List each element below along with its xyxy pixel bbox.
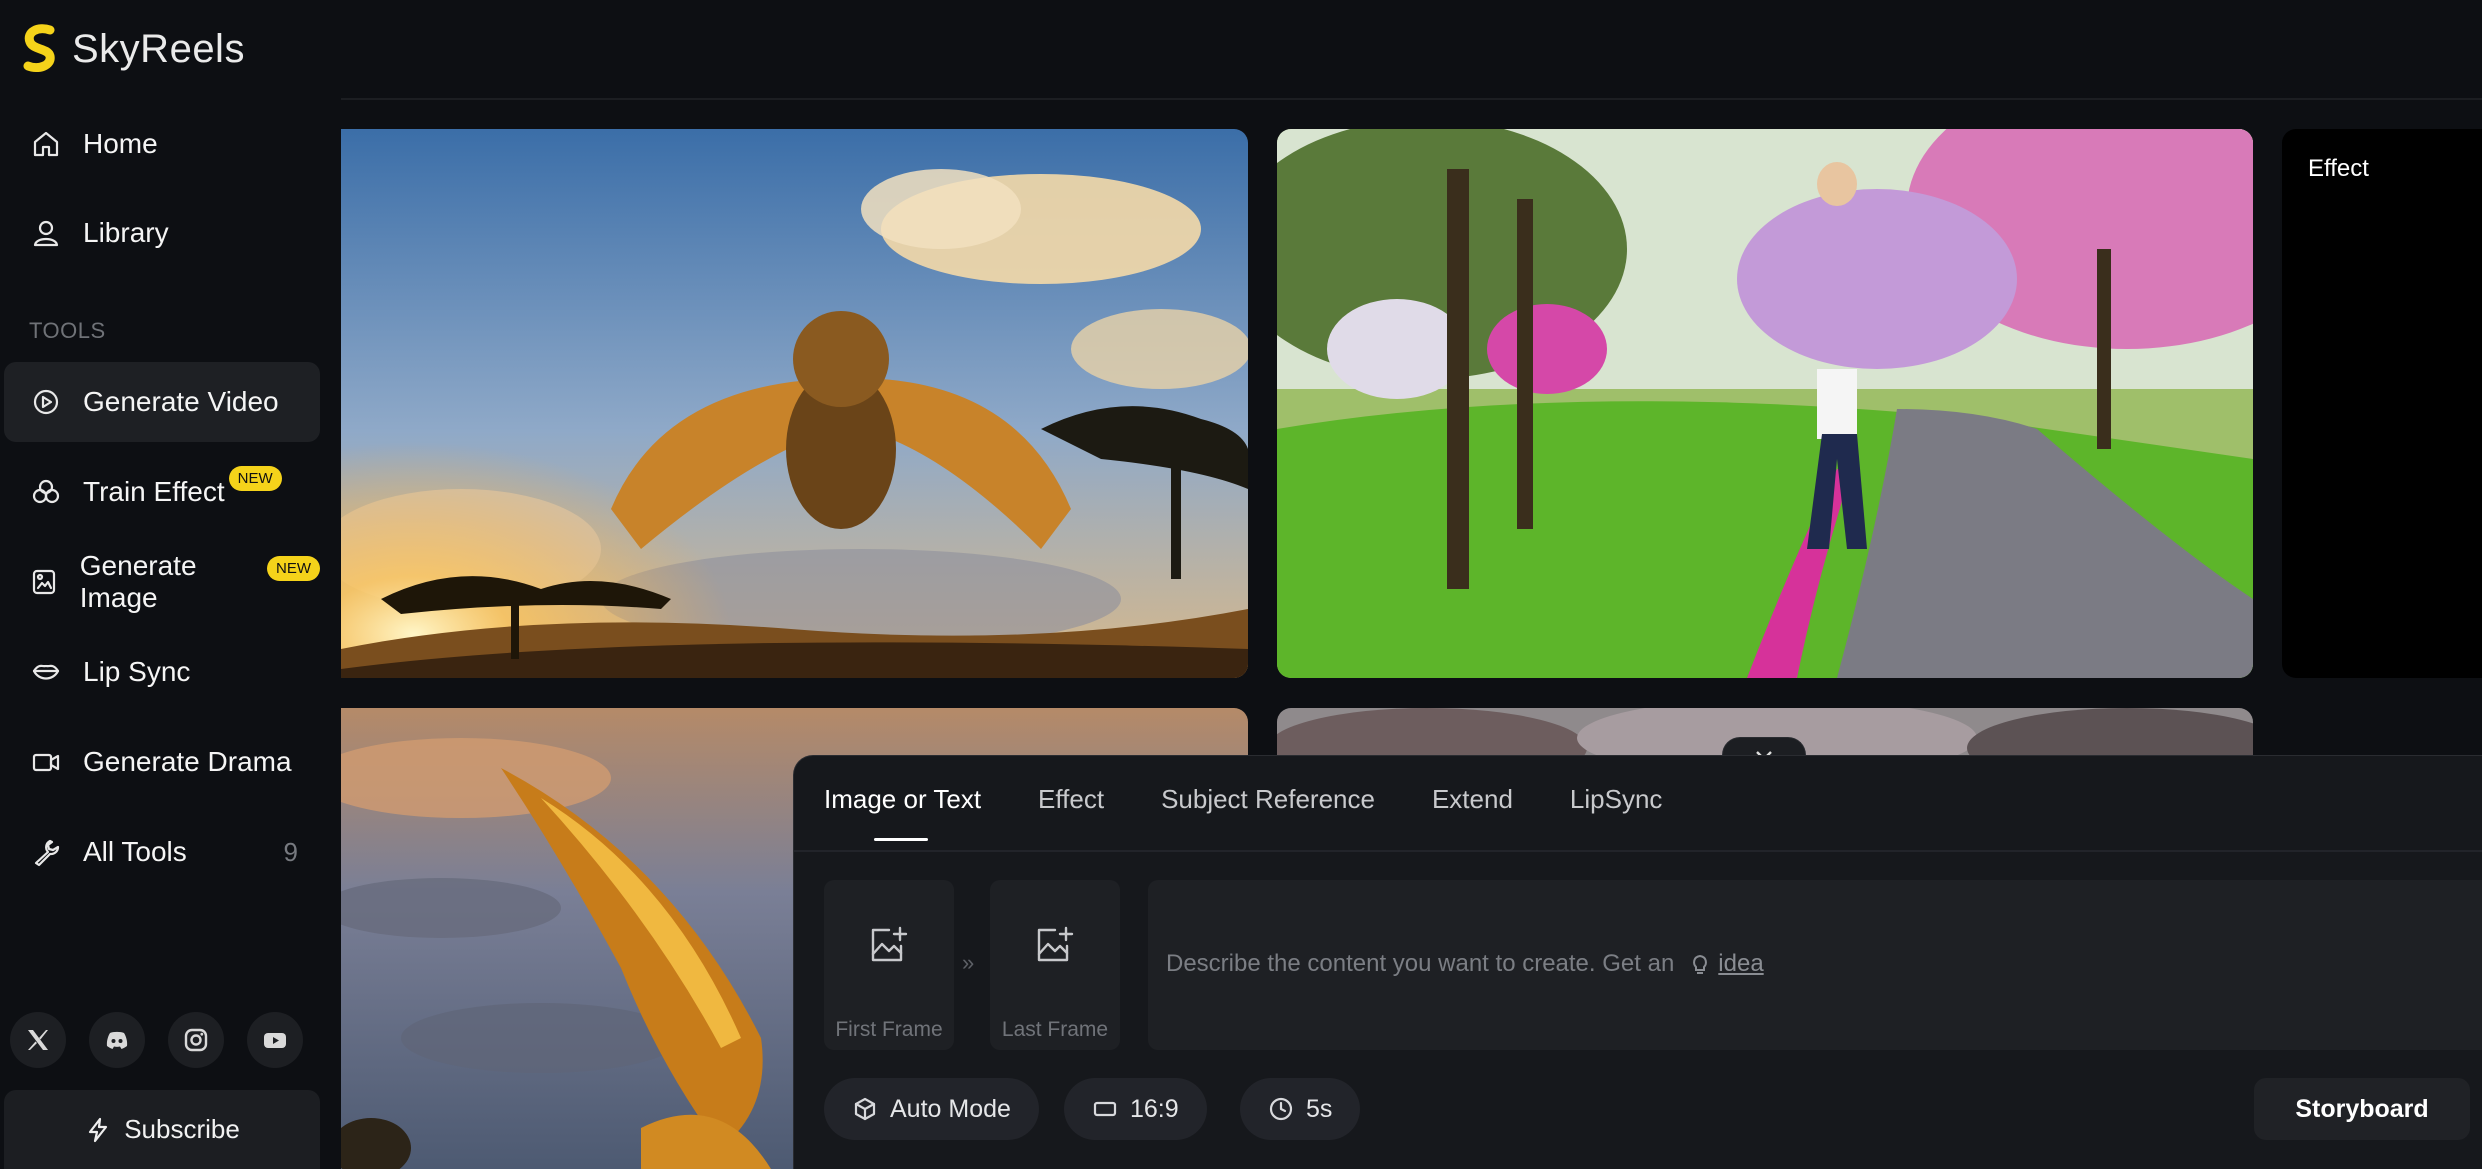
logo-text: SkyReels [72,26,245,71]
image-add-icon [1037,926,1074,962]
idea-link[interactable]: idea [1718,950,1763,978]
tab-lipsync[interactable]: LipSync [1570,784,1663,841]
video-thumbnail [1277,129,2253,678]
duration-label: 5s [1306,1094,1333,1123]
tab-extend[interactable]: Extend [1432,784,1513,841]
sidebar-item-home[interactable]: Home [4,104,320,184]
sidebar-item-all-tools[interactable]: All Tools 9 [4,812,320,892]
mode-label: Auto Mode [890,1094,1011,1123]
youtube-icon[interactable] [247,1012,303,1068]
storyboard-button[interactable]: Storyboard [2254,1078,2470,1140]
prompt-input[interactable]: Describe the content you want to create.… [1148,880,2482,1050]
first-frame-upload[interactable]: First Frame [824,880,954,1050]
subscribe-button[interactable]: Subscribe [4,1090,320,1169]
gallery-card-winged-lion[interactable] [341,129,1248,678]
tools-count: 9 [283,836,298,867]
new-badge: NEW [267,555,320,581]
sidebar-item-label: Library [83,217,169,248]
subscribe-label: Subscribe [124,1114,240,1144]
aspect-ratio-label: 16:9 [1130,1094,1179,1123]
tools-section-title: TOOLS [29,318,106,343]
topbar-divider [341,98,2482,100]
sidebar-item-label: Home [83,128,158,159]
instagram-icon[interactable] [168,1012,224,1068]
sidebar-item-label: All Tools [83,836,187,867]
lightning-icon [89,1117,108,1142]
sidebar-item-generate-image[interactable]: Generate Image NEW [4,542,320,622]
sidebar-item-train-effect[interactable]: Train Effect NEW [4,452,320,532]
sidebar-item-label: Generate Image [79,550,197,613]
x-icon[interactable] [10,1012,66,1068]
tab-subject-reference[interactable]: Subject Reference [1161,784,1375,841]
tab-effect[interactable]: Effect [1038,784,1104,841]
video-thumbnail [341,129,1248,678]
sidebar-item-lip-sync[interactable]: Lip Sync [4,632,320,712]
prompt-placeholder: Describe the content you want to create.… [1166,950,1675,977]
sidebar-item-label: Generate Drama [83,746,292,777]
first-frame-label: First Frame [835,1018,943,1041]
sidebar-item-library[interactable]: Library [4,193,320,273]
discord-icon[interactable] [89,1012,145,1068]
mode-tabs: Image or Text Effect Subject Reference E… [824,784,1719,841]
generate-panel: Image or Text Effect Subject Reference E… [793,755,2482,1169]
logo[interactable]: SkyReels [20,22,245,76]
social-links [10,1012,303,1068]
last-frame-upload[interactable]: Last Frame [990,880,1120,1050]
skyreels-logo-icon [23,24,55,73]
image-add-icon [871,926,908,962]
effect-icon [29,475,63,509]
frame-arrow: » [962,950,975,975]
sidebar: SkyReels Home Library TOOLS Generate Vid… [0,0,341,1169]
sidebar-item-label: Lip Sync [83,656,191,687]
aspect-ratio-icon [1093,1101,1117,1117]
home-icon [29,127,63,161]
aspect-ratio-selector[interactable]: 16:9 [1064,1078,1207,1140]
duration-selector[interactable]: 5s [1240,1078,1361,1140]
sidebar-item-generate-drama[interactable]: Generate Drama [4,722,320,802]
gallery-card-effect[interactable]: Effect [2282,129,2482,678]
play-circle-icon [29,385,63,419]
prompt-placeholder-row: Describe the content you want to create.… [1166,950,1764,978]
user-icon [29,216,63,250]
image-icon [29,565,60,599]
wrench-icon [29,835,63,869]
gallery-card-cherry-blossom-run[interactable] [1277,129,2253,678]
sidebar-item-label: Generate Video [83,386,279,417]
clock-icon [1269,1097,1293,1121]
sidebar-item-generate-video[interactable]: Generate Video [4,362,320,442]
tab-image-or-text[interactable]: Image or Text [824,784,981,841]
tabs-divider [794,850,2482,852]
lips-icon [29,655,63,689]
card-label: Effect [2308,155,2369,182]
lightbulb-icon [1693,954,1708,974]
sidebar-item-label: Train Effect [83,476,225,507]
new-badge: NEW [228,465,282,491]
cube-icon [854,1097,876,1121]
last-frame-label: Last Frame [1001,1018,1109,1041]
mode-selector[interactable]: Auto Mode [824,1078,1039,1140]
camera-icon [29,745,63,779]
